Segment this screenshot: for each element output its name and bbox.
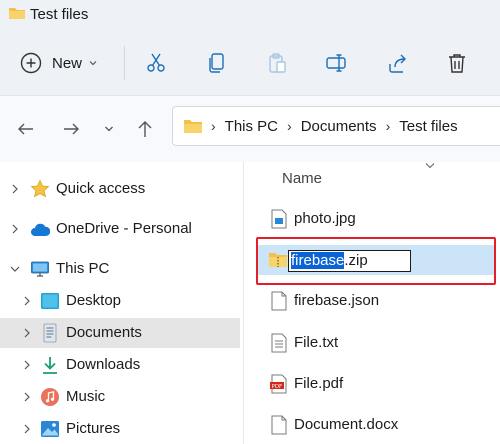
sidebar-item-music[interactable]: Music xyxy=(0,382,240,412)
rename-extension-text: .zip xyxy=(344,252,368,269)
forward-button[interactable] xyxy=(60,118,82,140)
delete-button[interactable] xyxy=(444,50,470,76)
share-icon xyxy=(389,54,406,73)
chevron-right-icon xyxy=(24,392,30,402)
plus-circle-icon xyxy=(20,52,42,74)
file-icon xyxy=(271,291,287,311)
breadcrumb-separator-icon: › xyxy=(385,118,391,134)
sidebar-item-label: Pictures xyxy=(66,420,121,437)
address-bar[interactable]: › This PC › Documents › Test files xyxy=(172,106,500,146)
back-button[interactable] xyxy=(15,118,37,140)
rename-button[interactable] xyxy=(324,50,350,76)
file-icon xyxy=(271,415,287,435)
desktop-icon xyxy=(41,293,59,309)
paste-button[interactable] xyxy=(264,50,290,76)
text-file-icon xyxy=(271,333,287,353)
arrow-up-icon xyxy=(138,121,152,137)
rename-icon xyxy=(326,54,346,72)
cut-icon xyxy=(147,53,165,72)
sidebar-item-onedrive[interactable]: OneDrive - Personal xyxy=(0,214,240,244)
sidebar-item-desktop[interactable]: Desktop xyxy=(0,286,240,316)
arrow-left-icon xyxy=(18,123,33,135)
breadcrumb-separator-icon: › xyxy=(211,118,216,134)
image-file-icon xyxy=(271,209,287,229)
rename-input[interactable]: firebase.zip xyxy=(288,250,411,272)
cut-button[interactable] xyxy=(143,50,169,76)
sidebar-item-pictures[interactable]: Pictures xyxy=(0,414,240,444)
download-icon xyxy=(43,357,57,374)
chevron-down-icon xyxy=(10,266,20,272)
file-item[interactable]: photo.jpg xyxy=(258,204,500,234)
title-bar: Test files xyxy=(0,0,500,30)
chevron-down-icon xyxy=(89,61,97,66)
file-explorer-window: Test files New › This PC › Documents › T… xyxy=(0,0,500,444)
window-title: Test files xyxy=(30,6,89,23)
column-header-name[interactable]: Name xyxy=(282,170,322,187)
navigation-bar: › This PC › Documents › Test files xyxy=(0,96,500,162)
sidebar-item-this-pc[interactable]: This PC xyxy=(0,254,240,284)
star-icon xyxy=(30,179,50,198)
chevron-right-icon xyxy=(24,360,30,370)
copy-icon xyxy=(209,53,224,73)
file-name: Document.docx xyxy=(294,416,399,433)
sidebar-item-quick-access[interactable]: Quick access xyxy=(0,174,240,204)
chevron-right-icon xyxy=(24,328,30,338)
chevron-right-icon xyxy=(12,224,18,234)
breadcrumb-this-pc[interactable]: This PC xyxy=(225,118,278,135)
sidebar-item-documents[interactable]: Documents xyxy=(0,318,240,348)
sidebar-item-label: Downloads xyxy=(66,356,141,373)
sidebar-item-label: Documents xyxy=(66,324,142,341)
delete-icon xyxy=(449,54,465,73)
copy-button[interactable] xyxy=(204,50,230,76)
file-name: File.txt xyxy=(294,334,339,351)
file-name: photo.jpg xyxy=(294,210,356,227)
chevron-right-icon xyxy=(24,424,30,434)
chevron-right-icon xyxy=(12,184,18,194)
arrow-right-icon xyxy=(64,123,79,135)
new-button[interactable]: New xyxy=(20,48,97,78)
pictures-icon xyxy=(41,421,59,437)
command-bar: New xyxy=(0,30,500,96)
sidebar-item-downloads[interactable]: Downloads xyxy=(0,350,240,380)
recent-locations-button[interactable] xyxy=(98,118,120,140)
chevron-down-icon xyxy=(105,126,113,132)
pdf-file-icon: PDF xyxy=(270,374,287,394)
breadcrumb-documents[interactable]: Documents xyxy=(301,118,377,135)
music-icon xyxy=(41,388,59,406)
navigation-pane: Quick access OneDrive - Personal This PC xyxy=(0,162,243,444)
file-item[interactable]: Document.docx xyxy=(258,410,500,440)
up-button[interactable] xyxy=(134,118,156,140)
file-name: File.pdf xyxy=(294,375,344,392)
sort-chevron-icon xyxy=(425,163,435,169)
breadcrumb-separator-icon: › xyxy=(287,118,292,134)
chevron-right-icon xyxy=(24,296,30,306)
sidebar-item-label: Music xyxy=(66,388,106,405)
sidebar-item-label: Quick access xyxy=(56,180,146,197)
rename-selected-text: firebase xyxy=(291,252,345,269)
share-button[interactable] xyxy=(385,50,411,76)
folder-icon xyxy=(9,8,25,19)
sidebar-item-label: Desktop xyxy=(66,292,122,309)
toolbar-separator xyxy=(124,46,125,80)
file-name: firebase.json xyxy=(294,292,380,309)
new-button-label: New xyxy=(52,54,83,72)
documents-icon xyxy=(43,323,57,343)
breadcrumb-test-files[interactable]: Test files xyxy=(399,118,457,135)
folder-icon xyxy=(184,120,202,133)
file-item[interactable]: firebase.json xyxy=(258,286,500,316)
cloud-icon xyxy=(31,223,50,236)
sidebar-item-label: This PC xyxy=(56,260,110,277)
computer-icon xyxy=(31,261,49,277)
sidebar-item-label: OneDrive - Personal xyxy=(56,220,192,237)
paste-icon xyxy=(269,53,286,73)
file-item[interactable]: File.txt xyxy=(258,328,500,358)
file-item[interactable]: PDF File.pdf xyxy=(258,369,500,399)
svg-text:PDF: PDF xyxy=(272,384,283,390)
